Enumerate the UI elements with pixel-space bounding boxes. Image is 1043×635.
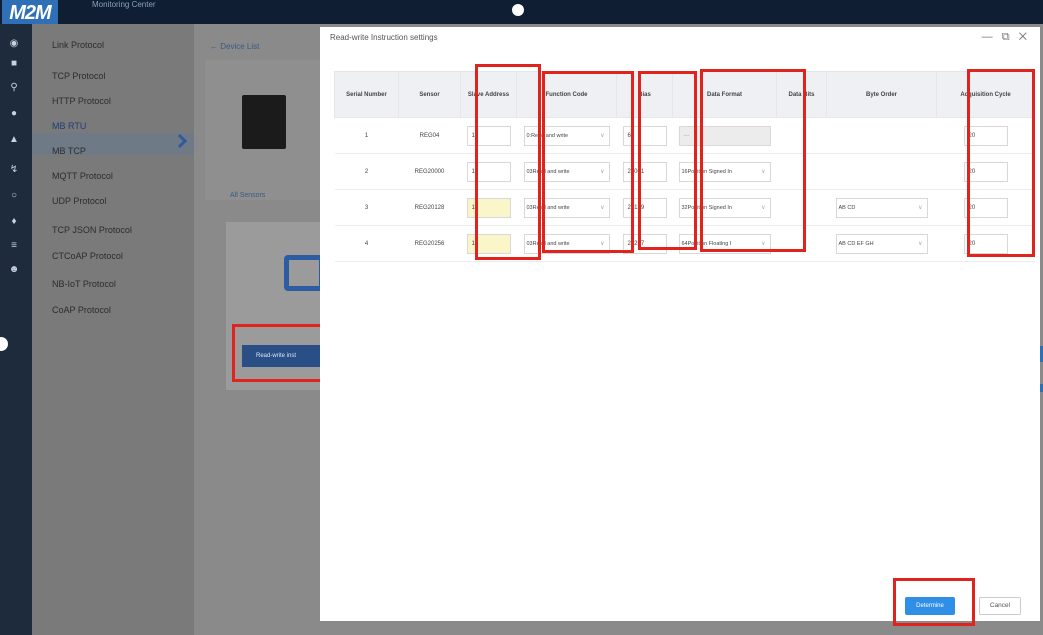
col-sensor: Sensor — [398, 71, 461, 118]
top-header: M2M Monitoring Center — [0, 0, 1043, 26]
menu-item-http[interactable]: HTTP Protocol — [52, 96, 111, 106]
col-serial-number: Serial Number — [334, 71, 399, 118]
menu-item-tcp[interactable]: TCP Protocol — [52, 71, 105, 81]
col-byte-order: Byte Order — [826, 71, 937, 118]
byte-order-cell — [826, 153, 937, 190]
chart-icon[interactable]: ↯ — [8, 164, 20, 176]
sensor-cell: REG04 — [398, 117, 461, 154]
menu-item-tcp-json[interactable]: TCP JSON Protocol — [52, 225, 132, 235]
device-image — [242, 95, 286, 149]
menu-item-coap[interactable]: CoAP Protocol — [52, 305, 111, 315]
highlight-function-code-column — [542, 71, 634, 253]
highlight-slave-address-column — [475, 64, 541, 260]
home-icon[interactable]: ◉ — [8, 38, 20, 50]
device-list-link[interactable]: ← Device List — [210, 42, 259, 51]
window-controls[interactable]: — ⧉ ✕ — [982, 31, 1030, 44]
highlight-bias-column — [638, 71, 697, 250]
menu-item-mb-tcp[interactable]: MB TCP — [52, 146, 86, 156]
list-icon[interactable]: ■ — [8, 58, 20, 70]
app-subtitle: Monitoring Center — [92, 0, 156, 9]
sensor-cell: REG20000 — [398, 153, 461, 190]
menu-item-nb-iot[interactable]: NB-IoT Protocol — [52, 279, 116, 289]
menu-icon[interactable]: ≡ — [8, 240, 20, 252]
drop-icon[interactable]: ♦ — [8, 216, 20, 228]
serial-cell: 4 — [334, 225, 399, 262]
highlight-determine-button — [893, 578, 975, 626]
collapse-handle[interactable] — [0, 337, 8, 351]
menu-item-ctcoap[interactable]: CTCoAP Protocol — [52, 251, 123, 261]
highlight-acquisition-cycle-column — [967, 69, 1035, 257]
menu-item-udp[interactable]: UDP Protocol — [52, 196, 106, 206]
header-dot — [512, 4, 524, 16]
sensor-cell: REG20256 — [398, 225, 461, 262]
dialog-title: Read-write Instruction settings — [330, 33, 438, 42]
menu-item-mb-rtu[interactable]: MB RTU — [52, 121, 86, 131]
pin-icon[interactable]: ● — [8, 108, 20, 120]
cancel-button[interactable]: Cancel — [979, 597, 1021, 615]
user-icon[interactable]: ☻ — [8, 264, 20, 276]
location-icon[interactable]: ⚲ — [8, 82, 20, 94]
serial-cell: 3 — [334, 189, 399, 226]
settings-icon[interactable]: ○ — [8, 190, 20, 202]
monitor-icon — [284, 255, 324, 291]
protocol-menu: Link Protocol TCP Protocol HTTP Protocol… — [32, 24, 194, 635]
cloud-icon[interactable]: ▲ — [8, 134, 20, 146]
serial-cell: 1 — [334, 117, 399, 154]
menu-item-mqtt[interactable]: MQTT Protocol — [52, 171, 113, 181]
icon-rail: ◉ ■ ⚲ ● ▲ ↯ ○ ♦ ≡ ☻ — [0, 24, 32, 635]
sensor-cell: REG20128 — [398, 189, 461, 226]
byte-order-select[interactable]: AB CD — [835, 197, 928, 218]
byte-order-cell — [826, 117, 937, 154]
serial-cell: 2 — [334, 153, 399, 190]
byte-order-select[interactable]: AB CD EF GH — [835, 233, 928, 254]
app-logo: M2M — [2, 0, 58, 26]
menu-item-link-protocol[interactable]: Link Protocol — [52, 40, 104, 50]
all-sensors-tab[interactable]: All Sensors — [230, 192, 265, 199]
highlight-data-format-column — [700, 69, 806, 252]
